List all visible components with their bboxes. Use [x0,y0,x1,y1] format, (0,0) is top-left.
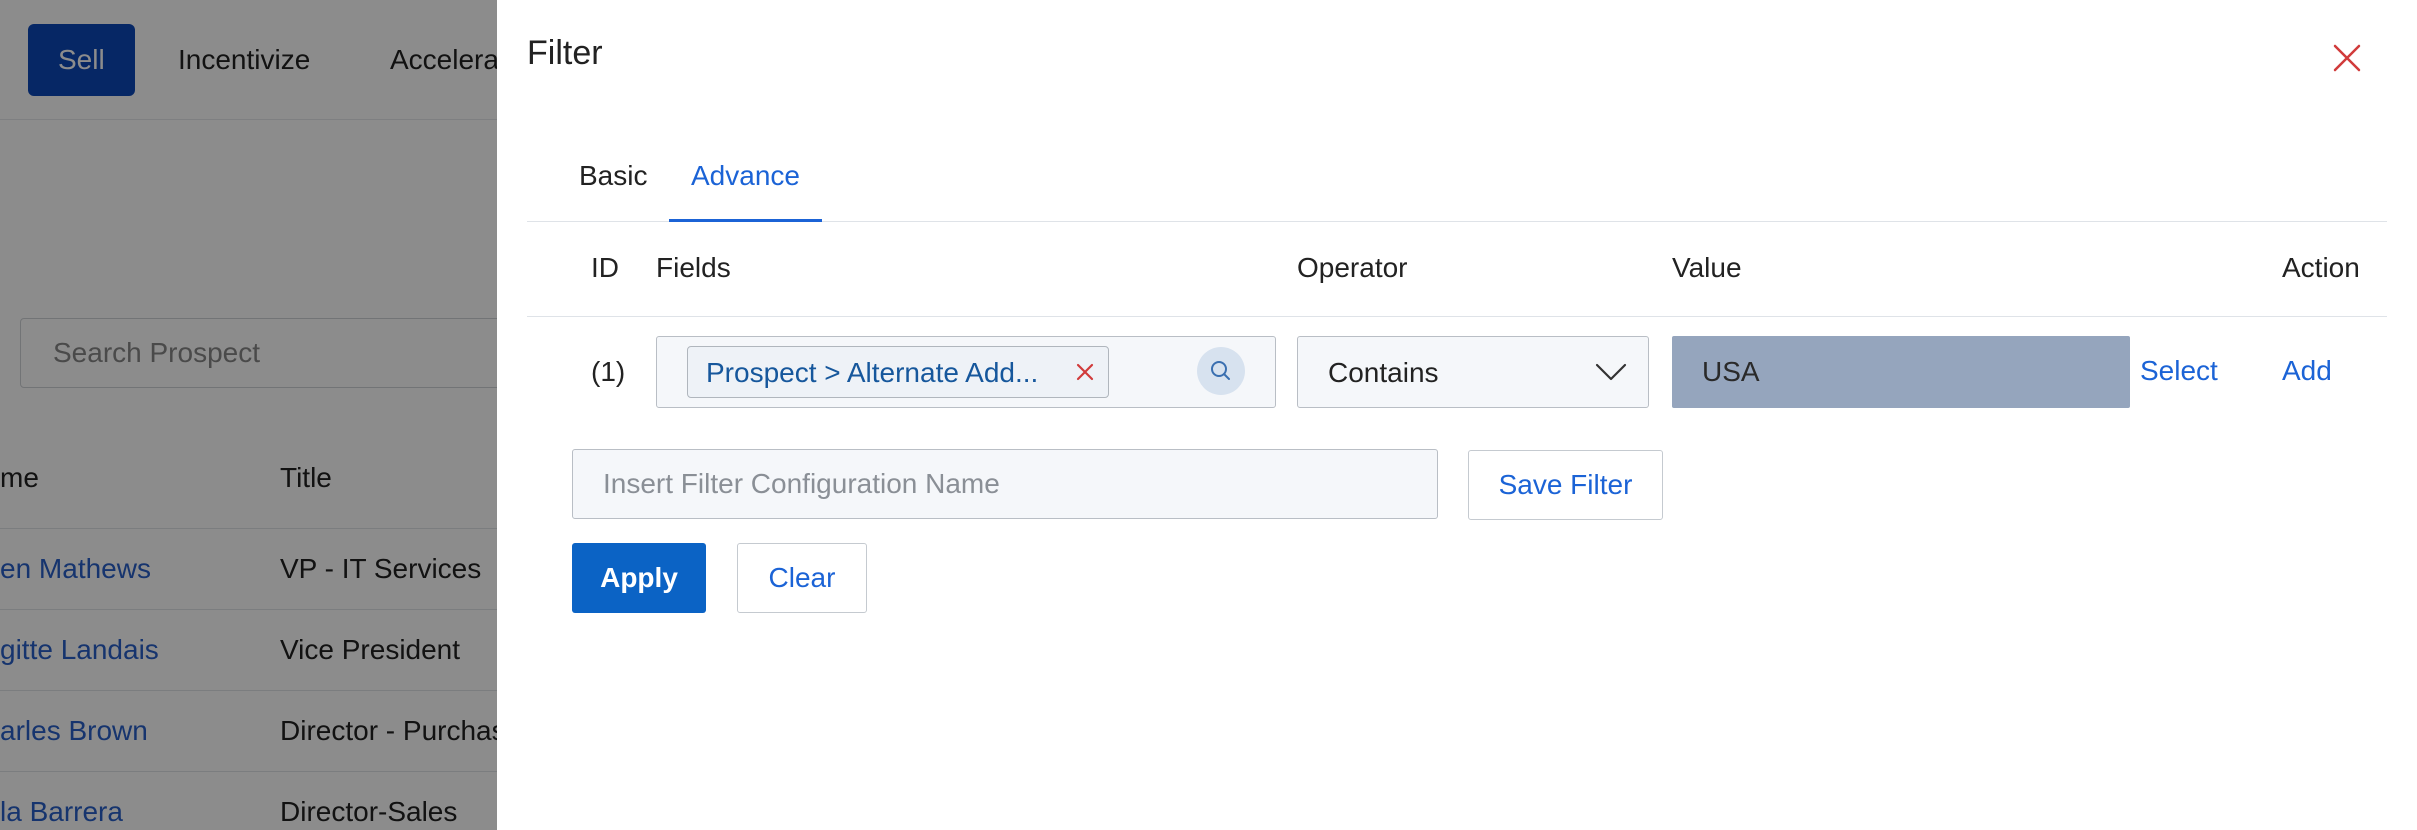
filter-tabs: Basic Advance [527,140,2387,222]
close-icon[interactable] [2327,38,2367,78]
field-chip-label: Prospect > Alternate Add... [706,357,1039,388]
row-id: (1) [591,356,626,387]
field-selector[interactable]: Prospect > Alternate Add... [656,336,1276,408]
operator-select[interactable]: Contains [1297,336,1649,408]
operator-value: Contains [1328,357,1439,388]
tab-basic[interactable]: Basic [557,140,669,222]
drawer-title: Filter [527,34,603,72]
select-link[interactable]: Select [2140,355,2218,387]
apply-button[interactable]: Apply [572,543,706,613]
divider [527,316,2387,317]
column-header-operator: Operator [1297,252,1408,283]
column-header-fields: Fields [656,252,731,283]
column-header-id: ID [591,252,619,283]
column-header-action: Action [2282,252,2360,283]
filter-drawer: Filter Basic Advance ID Fields Operator … [497,0,2417,830]
add-link[interactable]: Add [2282,355,2332,387]
value-field[interactable]: USA [1672,336,2130,408]
search-icon[interactable] [1197,347,1245,395]
save-filter-button[interactable]: Save Filter [1468,450,1663,520]
clear-button[interactable]: Clear [737,543,867,613]
column-header-value: Value [1672,252,1742,283]
chevron-down-icon [1594,359,1628,385]
close-icon[interactable] [1072,359,1098,385]
value-text: USA [1702,356,1760,387]
field-chip: Prospect > Alternate Add... [687,346,1109,398]
filter-config-name-input[interactable] [572,449,1438,519]
tab-advance[interactable]: Advance [669,140,822,222]
